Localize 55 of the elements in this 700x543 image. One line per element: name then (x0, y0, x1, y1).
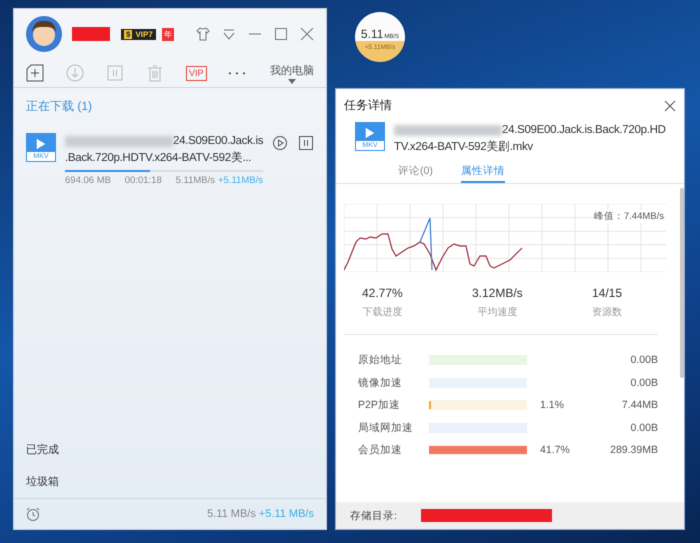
peak-speed-label: 峰值：7.44MB/s (594, 210, 664, 223)
close-icon[interactable] (300, 27, 314, 41)
alarm-clock-icon[interactable] (26, 507, 40, 521)
source-label: 镜像加速 (358, 376, 403, 390)
nav-item[interactable]: 已完成 (14, 434, 326, 466)
redaction-bar (72, 27, 110, 41)
source-percent: 1.1% (539, 399, 565, 412)
stat-label: 下载进度 (362, 306, 402, 319)
source-size: 0.00B (630, 422, 658, 434)
tab[interactable]: 评论(0) (398, 164, 433, 183)
play-icon (364, 127, 376, 139)
panel-title: 任务详情 (344, 97, 392, 114)
file-name: 24.S09E00.Jack.is (173, 134, 264, 149)
speed-value: 5.11 (360, 27, 384, 41)
close-icon[interactable] (664, 100, 676, 112)
source-size: 0.00B (630, 354, 658, 366)
shirt-icon[interactable] (196, 27, 210, 41)
dropdown-menu-icon[interactable] (222, 27, 236, 41)
year-badge: 年 (162, 28, 174, 40)
boost-speed: +5.11MB/s (218, 175, 263, 186)
stat-value: 14/15 (592, 286, 622, 300)
stat-label: 平均速度 (477, 306, 518, 319)
source-label: 会员加速 (358, 443, 403, 458)
more-button[interactable]: • • • (228, 68, 246, 78)
caret-icon (288, 78, 296, 84)
play-circle-icon[interactable] (272, 135, 288, 151)
file-name: 24.S09E00.Jack.is.Back.720p.HD (502, 123, 666, 138)
stat-value: 3.12MB/s (472, 286, 523, 300)
file-name: TV.x264-BATV-592美剧.mkv (394, 139, 534, 155)
download-speed: 5.11 MB/s (207, 508, 256, 520)
maximize-icon[interactable] (274, 27, 288, 41)
file-size: 694.06 MB (65, 175, 111, 186)
source-size: 289.39MB (610, 444, 658, 456)
storage-label: 存储目录: (350, 508, 397, 522)
new-task-icon[interactable] (26, 64, 44, 82)
my-computer-button[interactable]: 我的电脑 (270, 62, 314, 84)
download-speed: 5.11MB/s (176, 175, 215, 186)
source-label: 原始地址 (358, 353, 403, 368)
nav-item[interactable]: 垃圾箱 (14, 466, 326, 498)
avatar-icon (26, 16, 62, 52)
source-percent: 41.7% (539, 444, 571, 456)
elapsed-time: 00:01:18 (124, 175, 162, 186)
source-label: P2P加速 (358, 398, 401, 412)
vip-button[interactable]: VIP (186, 66, 207, 80)
boost-speed: +5.11 MB/s (258, 508, 314, 520)
source-label: 局域网加速 (358, 420, 414, 435)
play-icon (35, 138, 47, 150)
stat-value: 42.77% (362, 286, 403, 300)
source-size: 7.44MB (622, 399, 658, 412)
file-name: .Back.720p.HDTV.x264-BATV-592美... (65, 150, 252, 166)
pause-icon[interactable] (298, 135, 314, 151)
source-size: 0.00B (630, 376, 658, 389)
vip-level-badge: $ VIP7 (121, 28, 156, 40)
tab[interactable]: 属性详情 (460, 164, 505, 183)
stat-label: 资源数 (592, 306, 622, 319)
